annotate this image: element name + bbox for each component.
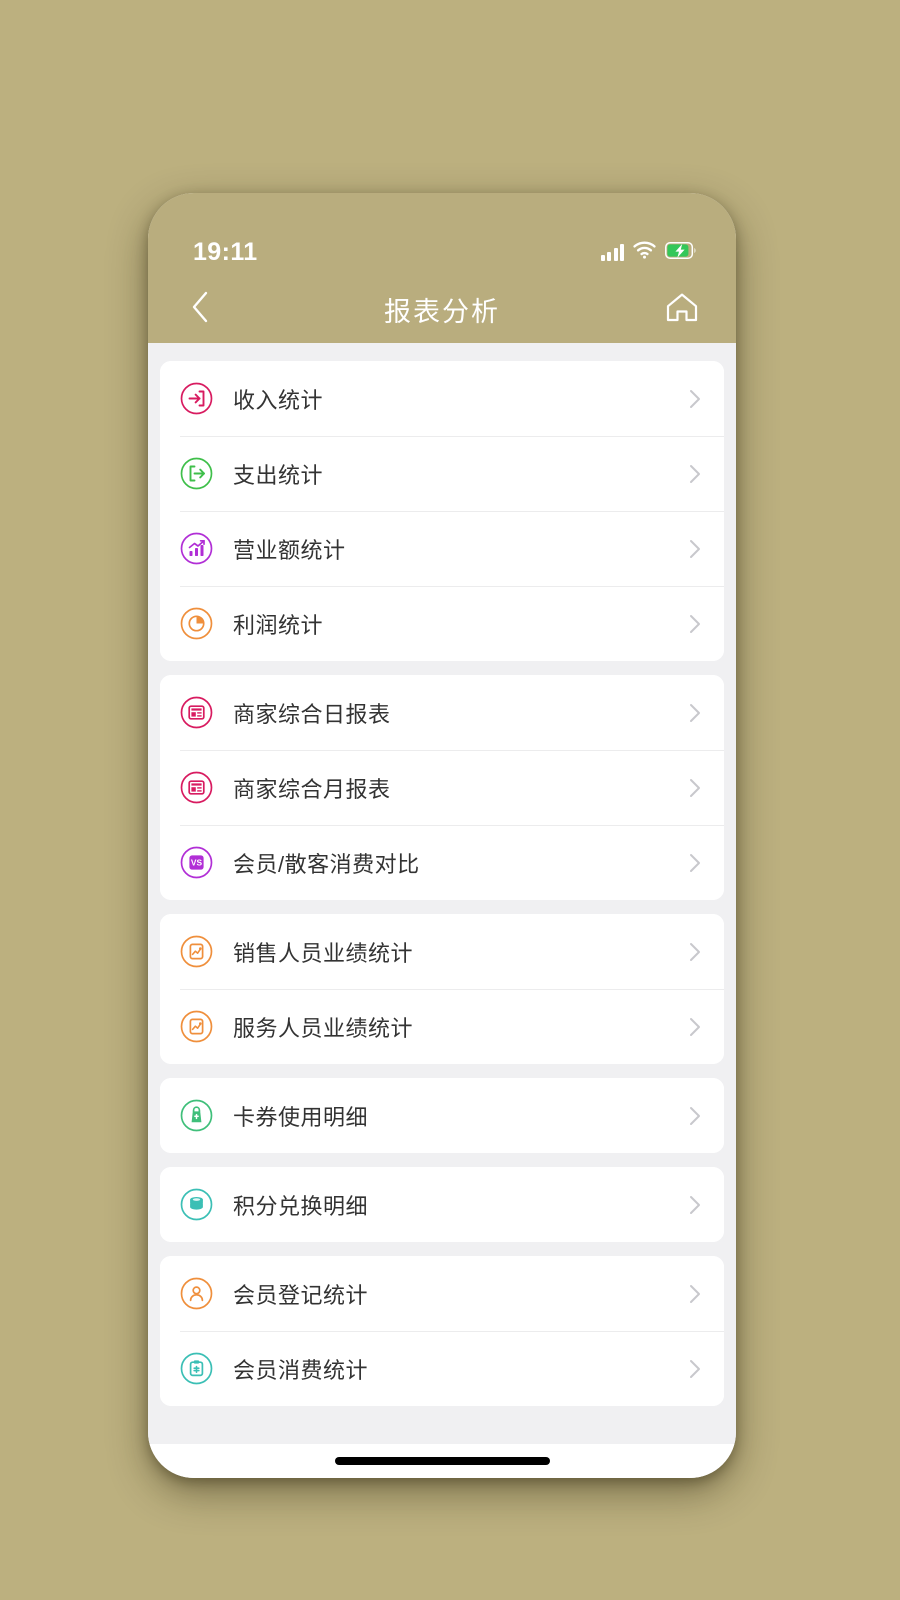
status-bar: 19:11 <box>148 193 736 275</box>
list-item-daily-report[interactable]: 商家综合日报表 <box>160 675 724 750</box>
list-item-label: 销售人员业绩统计 <box>233 940 414 966</box>
list-item-label: 会员消费统计 <box>233 1357 369 1383</box>
list-item-label: 卡券使用明细 <box>233 1104 369 1130</box>
phone-frame: 19:11 报表分析 收入统计 支出统计 营业额统计 利润统计 商家综合日报表 … <box>148 193 736 1478</box>
chevron-right-icon <box>684 941 706 963</box>
sales-performance-chart-icon <box>180 935 213 968</box>
list-item-label: 商家综合日报表 <box>233 701 391 727</box>
chevron-right-icon <box>684 1358 706 1380</box>
list-item-label: 会员登记统计 <box>233 1282 369 1308</box>
list-item-expense-statistics[interactable]: 支出统计 <box>160 436 724 511</box>
list-item-sales-performance[interactable]: 销售人员业绩统计 <box>160 914 724 989</box>
chevron-right-icon <box>684 388 706 410</box>
chevron-right-icon <box>684 777 706 799</box>
list-item-label: 营业额统计 <box>233 537 346 563</box>
list-item-profit-statistics[interactable]: 利润统计 <box>160 586 724 661</box>
report-list-scroll-area[interactable]: 收入统计 支出统计 营业额统计 利润统计 商家综合日报表 商家综合月报表 VS … <box>148 343 736 1444</box>
nav-bar: 报表分析 <box>148 275 736 343</box>
svg-text:VS: VS <box>191 858 203 868</box>
back-button[interactable] <box>174 283 226 335</box>
list-item-label: 会员/散客消费对比 <box>233 851 420 877</box>
list-item-label: 收入统计 <box>233 387 324 413</box>
expense-logout-arrow-icon <box>180 457 213 490</box>
list-item-label: 服务人员业绩统计 <box>233 1015 414 1041</box>
battery-charging-icon <box>665 241 696 264</box>
member-statistics-group: 会员登记统计 会员消费统计 <box>160 1256 724 1406</box>
status-bar-icons <box>600 241 697 267</box>
chevron-right-icon <box>684 463 706 485</box>
chevron-right-icon <box>684 1283 706 1305</box>
member-consumption-clipboard-icon <box>180 1352 213 1385</box>
list-item-member-registration[interactable]: 会员登记统计 <box>160 1256 724 1331</box>
points-exchange-group: 积分兑换明细 <box>160 1167 724 1242</box>
chevron-right-icon <box>684 538 706 560</box>
chevron-right-icon <box>684 702 706 724</box>
list-item-member-consumption[interactable]: 会员消费统计 <box>160 1331 724 1406</box>
list-item-points-exchange[interactable]: 积分兑换明细 <box>160 1167 724 1242</box>
list-item-label: 支出统计 <box>233 462 324 488</box>
coupon-usage-group: 卡券使用明细 <box>160 1078 724 1153</box>
revenue-statistics-group: 收入统计 支出统计 营业额统计 利润统计 <box>160 361 724 661</box>
home-indicator-bar[interactable] <box>334 1457 550 1465</box>
daily-report-icon <box>180 696 213 729</box>
status-bar-time: 19:11 <box>193 238 258 266</box>
chevron-right-icon <box>684 1016 706 1038</box>
member-vs-guest-icon: VS <box>180 846 213 879</box>
cellular-signal-icon <box>600 244 624 261</box>
home-indicator-area <box>148 1444 736 1478</box>
staff-performance-group: 销售人员业绩统计 服务人员业绩统计 <box>160 914 724 1064</box>
list-item-service-performance[interactable]: 服务人员业绩统计 <box>160 989 724 1064</box>
wifi-icon <box>633 241 656 264</box>
list-item-coupon-usage[interactable]: 卡券使用明细 <box>160 1078 724 1153</box>
monthly-report-icon <box>180 771 213 804</box>
list-item-label: 利润统计 <box>233 612 324 638</box>
chevron-right-icon <box>684 1194 706 1216</box>
member-register-person-icon <box>180 1277 213 1310</box>
list-item-income-statistics[interactable]: 收入统计 <box>160 361 724 436</box>
list-item-turnover-statistics[interactable]: 营业额统计 <box>160 511 724 586</box>
list-item-member-vs-guest[interactable]: VS 会员/散客消费对比 <box>160 825 724 900</box>
page-title: 报表分析 <box>384 296 500 327</box>
coupon-gift-bag-icon <box>180 1099 213 1132</box>
income-login-arrow-icon <box>180 382 213 415</box>
chevron-right-icon <box>684 1105 706 1127</box>
list-item-monthly-report[interactable]: 商家综合月报表 <box>160 750 724 825</box>
chevron-left-icon <box>191 291 209 328</box>
profit-pie-chart-icon <box>180 607 213 640</box>
points-coins-stack-icon <box>180 1188 213 1221</box>
chevron-right-icon <box>684 613 706 635</box>
list-item-label: 积分兑换明细 <box>233 1193 369 1219</box>
turnover-bar-chart-icon <box>180 532 213 565</box>
list-item-label: 商家综合月报表 <box>233 776 391 802</box>
service-performance-chart-icon <box>180 1010 213 1043</box>
chevron-right-icon <box>684 852 706 874</box>
home-icon <box>665 291 699 328</box>
merchant-reports-group: 商家综合日报表 商家综合月报表 VS 会员/散客消费对比 <box>160 675 724 900</box>
home-button[interactable] <box>656 283 708 335</box>
